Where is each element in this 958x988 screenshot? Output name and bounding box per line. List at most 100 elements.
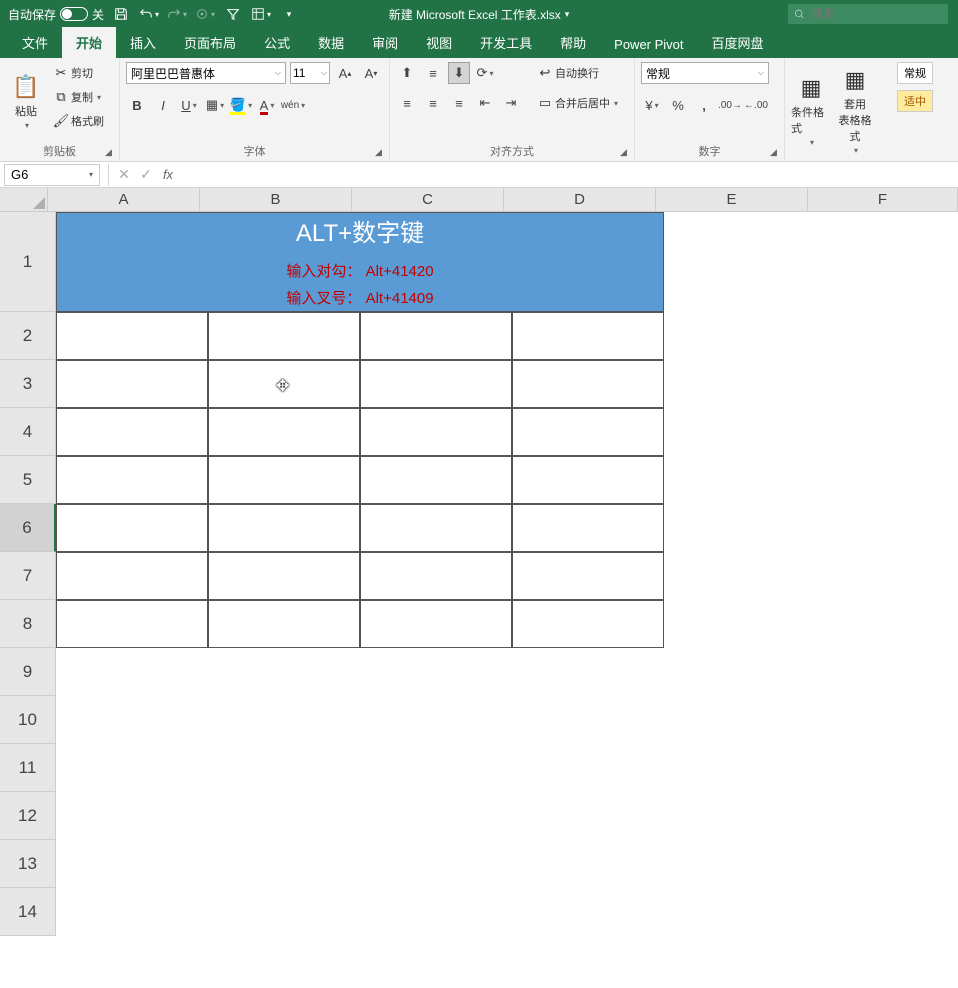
qat-customize-icon[interactable]: ▾ [278, 3, 300, 25]
tab-file[interactable]: 文件 [8, 27, 62, 58]
tab-layout[interactable]: 页面布局 [170, 27, 250, 58]
fill-color-button[interactable]: 🪣▾ [230, 94, 252, 116]
comma-icon[interactable]: , [693, 94, 715, 116]
cell-C2[interactable] [360, 312, 512, 360]
bold-button[interactable]: B [126, 94, 148, 116]
format-painter-button[interactable]: 🖌格式刷 [50, 110, 107, 132]
align-bottom-icon[interactable]: ⬇ [448, 62, 470, 84]
cell-style-normal[interactable]: 常规 [897, 62, 933, 84]
cell-B6[interactable] [208, 504, 360, 552]
row-header-4[interactable]: 4 [0, 408, 56, 456]
cell-A5[interactable] [56, 456, 208, 504]
paste-button[interactable]: 📋 粘贴 ▾ [6, 62, 46, 141]
filter-icon[interactable] [222, 3, 244, 25]
col-header-E[interactable]: E [656, 188, 808, 211]
phonetic-button[interactable]: wén▾ [282, 94, 304, 116]
name-box[interactable]: G6▾ [4, 164, 100, 186]
cell-C3[interactable] [360, 360, 512, 408]
cell-B8[interactable] [208, 600, 360, 648]
font-name-select[interactable]: 阿里巴巴普惠体⌵ [126, 62, 286, 84]
tab-dev[interactable]: 开发工具 [466, 27, 546, 58]
cell-style-neutral[interactable]: 适中 [897, 90, 933, 112]
table-format-button[interactable]: ▦ 套用 表格格式▾ [835, 62, 875, 159]
select-all-corner[interactable] [0, 188, 48, 211]
copy-button[interactable]: ⧉复制▾ [50, 86, 107, 108]
tab-formulas[interactable]: 公式 [250, 27, 304, 58]
cell-C7[interactable] [360, 552, 512, 600]
cell-B7[interactable] [208, 552, 360, 600]
cell-C4[interactable] [360, 408, 512, 456]
tab-data[interactable]: 数据 [304, 27, 358, 58]
row-header-8[interactable]: 8 [0, 600, 56, 648]
align-right-icon[interactable]: ≡ [448, 92, 470, 114]
cell-B5[interactable] [208, 456, 360, 504]
form-icon[interactable]: ▾ [250, 3, 272, 25]
row-header-2[interactable]: 2 [0, 312, 56, 360]
cell-A8[interactable] [56, 600, 208, 648]
cell-A6[interactable] [56, 504, 208, 552]
align-center-icon[interactable]: ≡ [422, 92, 444, 114]
cell-D3[interactable] [512, 360, 664, 408]
enter-icon[interactable]: ✓ [135, 164, 157, 186]
tab-view[interactable]: 视图 [412, 27, 466, 58]
cut-button[interactable]: ✂剪切 [50, 62, 107, 84]
cell-C8[interactable] [360, 600, 512, 648]
percent-icon[interactable]: % [667, 94, 689, 116]
tab-help[interactable]: 帮助 [546, 27, 600, 58]
increase-indent-icon[interactable]: ⇥ [500, 92, 522, 114]
increase-decimal-icon[interactable]: .00→ [719, 94, 741, 116]
cell-D4[interactable] [512, 408, 664, 456]
clipboard-launcher-icon[interactable]: ◢ [105, 147, 115, 157]
fx-icon[interactable]: fx [157, 167, 179, 182]
wrap-text-button[interactable]: ↩自动换行 [534, 62, 621, 84]
align-launcher-icon[interactable]: ◢ [620, 147, 630, 157]
row-header-7[interactable]: 7 [0, 552, 56, 600]
autosave-toggle[interactable]: 自动保存 关 [8, 6, 104, 23]
undo-icon[interactable]: ▾ [138, 3, 160, 25]
search-input[interactable] [811, 7, 942, 21]
orientation-icon[interactable]: ⟳▾ [474, 62, 496, 84]
col-header-C[interactable]: C [352, 188, 504, 211]
row-header-5[interactable]: 5 [0, 456, 56, 504]
row-header-3[interactable]: 3 [0, 360, 56, 408]
cell-D7[interactable] [512, 552, 664, 600]
number-format-select[interactable]: 常规⌵ [641, 62, 769, 84]
border-button[interactable]: ▦▾ [204, 94, 226, 116]
cell-A4[interactable] [56, 408, 208, 456]
font-color-button[interactable]: A▾ [256, 94, 278, 116]
touch-icon[interactable]: ▾ [194, 3, 216, 25]
cell-B3[interactable] [208, 360, 360, 408]
col-header-A[interactable]: A [48, 188, 200, 211]
underline-button[interactable]: U▾ [178, 94, 200, 116]
col-header-D[interactable]: D [504, 188, 656, 211]
cell-A3[interactable] [56, 360, 208, 408]
cell-D8[interactable] [512, 600, 664, 648]
conditional-format-button[interactable]: ▦ 条件格式▾ [791, 62, 831, 159]
col-header-F[interactable]: F [808, 188, 958, 211]
font-size-select[interactable]: 11⌵ [290, 62, 330, 84]
align-top-icon[interactable]: ⬆ [396, 62, 418, 84]
row-header-14[interactable]: 14 [0, 888, 56, 936]
tab-baidu[interactable]: 百度网盘 [698, 27, 778, 58]
cancel-icon[interactable]: ✕ [113, 164, 135, 186]
cell-A7[interactable] [56, 552, 208, 600]
decrease-font-icon[interactable]: A▾ [360, 62, 382, 84]
tab-review[interactable]: 审阅 [358, 27, 412, 58]
cell-D6[interactable] [512, 504, 664, 552]
redo-icon[interactable]: ▾ [166, 3, 188, 25]
row-header-12[interactable]: 12 [0, 792, 56, 840]
cell-C5[interactable] [360, 456, 512, 504]
increase-font-icon[interactable]: A▴ [334, 62, 356, 84]
decrease-indent-icon[interactable]: ⇤ [474, 92, 496, 114]
formula-input[interactable] [179, 164, 958, 186]
italic-button[interactable]: I [152, 94, 174, 116]
font-launcher-icon[interactable]: ◢ [375, 147, 385, 157]
cell-D2[interactable] [512, 312, 664, 360]
cell-B2[interactable] [208, 312, 360, 360]
row-header-6[interactable]: 6 [0, 504, 56, 552]
col-header-B[interactable]: B [200, 188, 352, 211]
row-header-11[interactable]: 11 [0, 744, 56, 792]
row-header-10[interactable]: 10 [0, 696, 56, 744]
cell-C6[interactable] [360, 504, 512, 552]
cell-B4[interactable] [208, 408, 360, 456]
